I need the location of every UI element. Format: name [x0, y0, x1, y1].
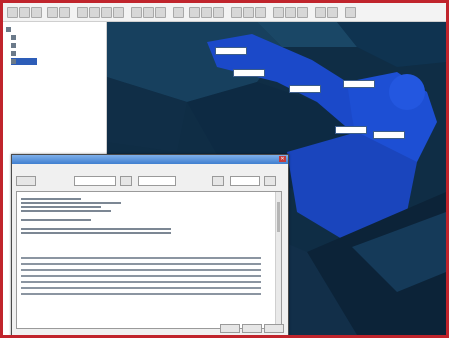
main-toolbar: [3, 3, 446, 22]
annotation-tag[interactable]: [215, 47, 247, 55]
help-button[interactable]: [264, 324, 284, 333]
dialog-titlebar[interactable]: ✕: [12, 155, 288, 164]
save-icon[interactable]: [19, 7, 30, 18]
toolbar-icon[interactable]: [255, 7, 266, 18]
dialog-controls: [16, 176, 282, 186]
zoom-icon[interactable]: [89, 7, 100, 18]
fit-icon[interactable]: [131, 7, 142, 18]
cancel-button[interactable]: [242, 324, 262, 333]
close-icon[interactable]: ✕: [279, 156, 286, 162]
annotation-tag[interactable]: [335, 126, 367, 134]
application-window: ✕: [3, 3, 446, 335]
highlight-feature: [389, 74, 425, 110]
annotation-tag[interactable]: [233, 69, 265, 77]
scrollbar[interactable]: [275, 192, 281, 328]
model-tree-panel: [3, 22, 107, 162]
annotation-tag[interactable]: [373, 131, 405, 139]
toolbar-icon[interactable]: [345, 7, 356, 18]
toolbar-icon[interactable]: [315, 7, 326, 18]
part-icon: [11, 59, 16, 64]
text-line: [21, 219, 91, 221]
toolbar-icon[interactable]: [285, 7, 296, 18]
tree-item[interactable]: [11, 42, 18, 49]
dialog-field[interactable]: [74, 176, 116, 186]
rotate-icon[interactable]: [113, 7, 124, 18]
results-panel[interactable]: [16, 191, 282, 329]
table-row: [21, 287, 261, 289]
dialog-button[interactable]: [212, 176, 224, 186]
part-icon: [11, 43, 16, 48]
pan-icon[interactable]: [101, 7, 112, 18]
table-row: [21, 269, 261, 271]
tree-item-selected[interactable]: [11, 58, 37, 65]
text-line: [21, 202, 121, 204]
print-icon[interactable]: [31, 7, 42, 18]
text-line: [21, 228, 171, 230]
measure-icon[interactable]: [143, 7, 154, 18]
ok-button[interactable]: [220, 324, 240, 333]
section-icon[interactable]: [155, 7, 166, 18]
text-line: [21, 198, 81, 200]
annotation-tag[interactable]: [289, 85, 321, 93]
table-row: [21, 275, 261, 277]
text-line: [21, 232, 171, 234]
tree-item[interactable]: [11, 34, 18, 41]
part-icon: [11, 35, 16, 40]
table-row: [21, 257, 261, 259]
table-row: [21, 281, 261, 283]
table-row: [21, 263, 261, 265]
options-icon[interactable]: [173, 7, 184, 18]
dialog-field[interactable]: [230, 176, 260, 186]
select-icon[interactable]: [77, 7, 88, 18]
scrollbar-thumb[interactable]: [277, 202, 280, 232]
toolbar-icon[interactable]: [231, 7, 242, 18]
annotation-tag[interactable]: [343, 80, 375, 88]
toolbar-icon[interactable]: [273, 7, 284, 18]
toolbar-icon[interactable]: [189, 7, 200, 18]
redo-icon[interactable]: [59, 7, 70, 18]
dialog-button[interactable]: [16, 176, 36, 186]
text-line: [21, 206, 101, 208]
text-line: [21, 210, 111, 212]
tree-item[interactable]: [11, 50, 18, 57]
table-row: [21, 293, 261, 295]
open-icon[interactable]: [7, 7, 18, 18]
toolbar-icon[interactable]: [213, 7, 224, 18]
dialog-button[interactable]: [120, 176, 132, 186]
results-table: [21, 257, 271, 305]
toolbar-icon[interactable]: [297, 7, 308, 18]
toolbar-icon[interactable]: [327, 7, 338, 18]
dialog-dropdown[interactable]: [138, 176, 176, 186]
toolbar-icon[interactable]: [243, 7, 254, 18]
results-dialog: ✕: [11, 154, 289, 335]
undo-icon[interactable]: [47, 7, 58, 18]
tree-item[interactable]: [6, 26, 13, 33]
dialog-button[interactable]: [264, 176, 276, 186]
part-icon: [11, 51, 16, 56]
toolbar-icon[interactable]: [201, 7, 212, 18]
folder-icon: [6, 27, 11, 32]
